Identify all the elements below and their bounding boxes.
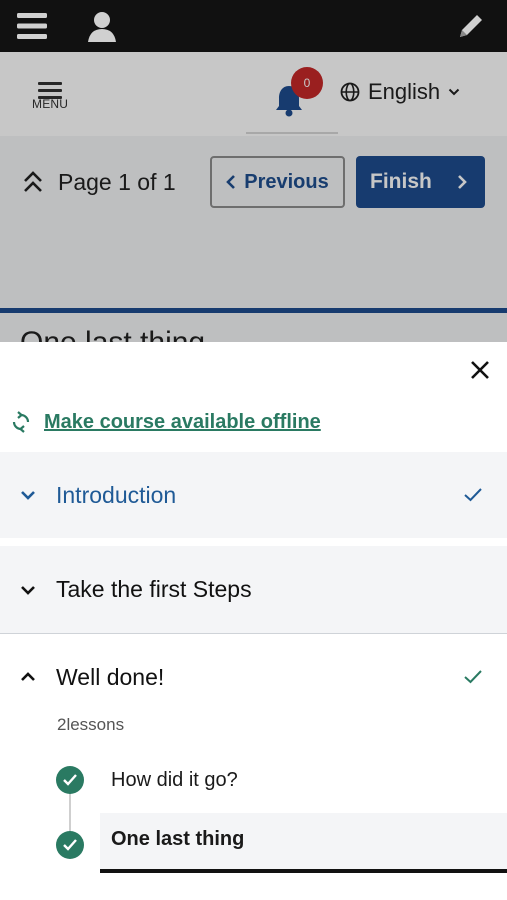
course-page-background: MENU 0 English Page 1 of 1 Previous Fini… [0,52,507,342]
section-take-the-first-steps[interactable]: Take the first Steps [0,546,507,634]
section-title: Well done! [56,663,165,690]
lesson-item[interactable]: How did it go? [0,755,507,807]
section-header[interactable]: Well done! [18,635,164,719]
app-top-bar [0,0,507,52]
completed-check-icon [56,766,84,794]
close-icon [471,361,489,379]
chevron-down-icon [21,585,35,595]
course-outline-sheet: Make course available offline Introducti… [0,342,507,900]
hamburger-icon[interactable] [14,8,50,44]
current-lesson-highlight: One last thing [100,813,507,873]
section-well-done: Well done! 2lessons How did it go? One l… [0,635,507,900]
section-introduction[interactable]: Introduction [0,452,507,538]
user-icon[interactable] [84,8,120,44]
make-offline-link[interactable]: Make course available offline [10,406,321,438]
section-header[interactable]: Introduction [18,452,176,538]
lesson-title: One last thing [111,828,245,850]
chevron-down-icon [21,491,35,500]
make-offline-text: Make course available offline [44,410,321,433]
chevron-up-icon [21,672,35,681]
lesson-item-current[interactable]: One last thing [0,813,507,873]
section-title: Take the first Steps [56,576,252,602]
modal-overlay[interactable] [0,52,507,342]
pencil-icon[interactable] [453,8,489,44]
completed-check-icon [56,831,84,859]
lessons-count: 2lessons [57,715,125,734]
checkmark-icon [464,670,482,684]
section-title: Introduction [56,481,177,508]
close-button[interactable] [464,354,496,386]
sync-icon [12,411,30,433]
section-header[interactable]: Take the first Steps [18,546,252,633]
checkmark-icon [464,488,482,502]
lesson-title: How did it go? [111,769,238,791]
